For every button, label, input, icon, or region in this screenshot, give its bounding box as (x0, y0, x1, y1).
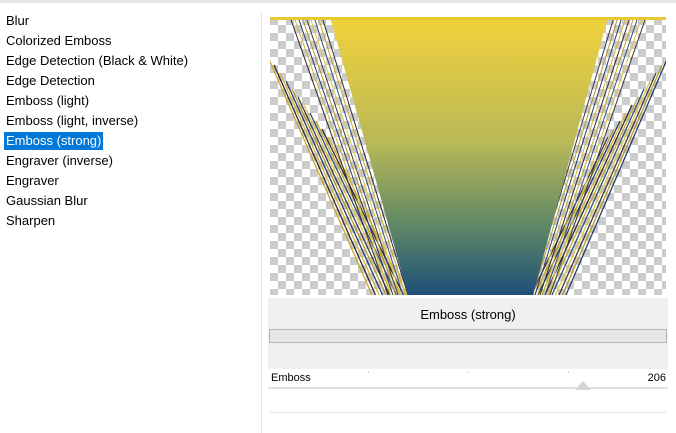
preview-top-edge (270, 17, 666, 20)
filter-item-emboss-light-inverse[interactable]: Emboss (light, inverse) (4, 112, 140, 130)
preview-canvas (270, 17, 666, 295)
filter-item-engraver[interactable]: Engraver (4, 172, 61, 190)
filter-list[interactable]: Blur Colorized Emboss Edge Detection (Bl… (0, 12, 258, 433)
filter-item-blur[interactable]: Blur (4, 12, 31, 30)
settings-panel: Emboss (strong) (268, 298, 668, 369)
filter-item-sharpen[interactable]: Sharpen (4, 212, 57, 230)
filter-item-gaussian-blur[interactable]: Gaussian Blur (4, 192, 90, 210)
filter-item-engraver-inverse[interactable]: Engraver (inverse) (4, 152, 115, 170)
top-border (0, 0, 676, 3)
settings-title: Emboss (strong) (420, 307, 516, 322)
bottom-divider (270, 412, 666, 413)
emboss-slider[interactable]: Emboss 206 (268, 369, 668, 391)
slider-tick (368, 371, 369, 373)
filter-item-emboss-light[interactable]: Emboss (light) (4, 92, 91, 110)
filter-item-edge-detection-bw[interactable]: Edge Detection (Black & White) (4, 52, 190, 70)
slider-track[interactable] (268, 387, 668, 389)
slider-label: Emboss (271, 372, 311, 384)
filter-item-edge-detection[interactable]: Edge Detection (4, 72, 97, 90)
filter-item-colorized-emboss[interactable]: Colorized Emboss (4, 32, 114, 50)
slider-value: 206 (647, 372, 666, 384)
slider-tick (468, 371, 469, 373)
slider-tick (568, 371, 569, 373)
preview-image (270, 17, 666, 295)
filter-dialog: Blur Colorized Emboss Edge Detection (Bl… (0, 0, 676, 433)
panel-divider (261, 12, 262, 433)
filter-item-emboss-strong[interactable]: Emboss (strong) (4, 132, 104, 150)
parameter-field[interactable] (269, 329, 667, 343)
slider-thumb[interactable] (575, 381, 591, 390)
